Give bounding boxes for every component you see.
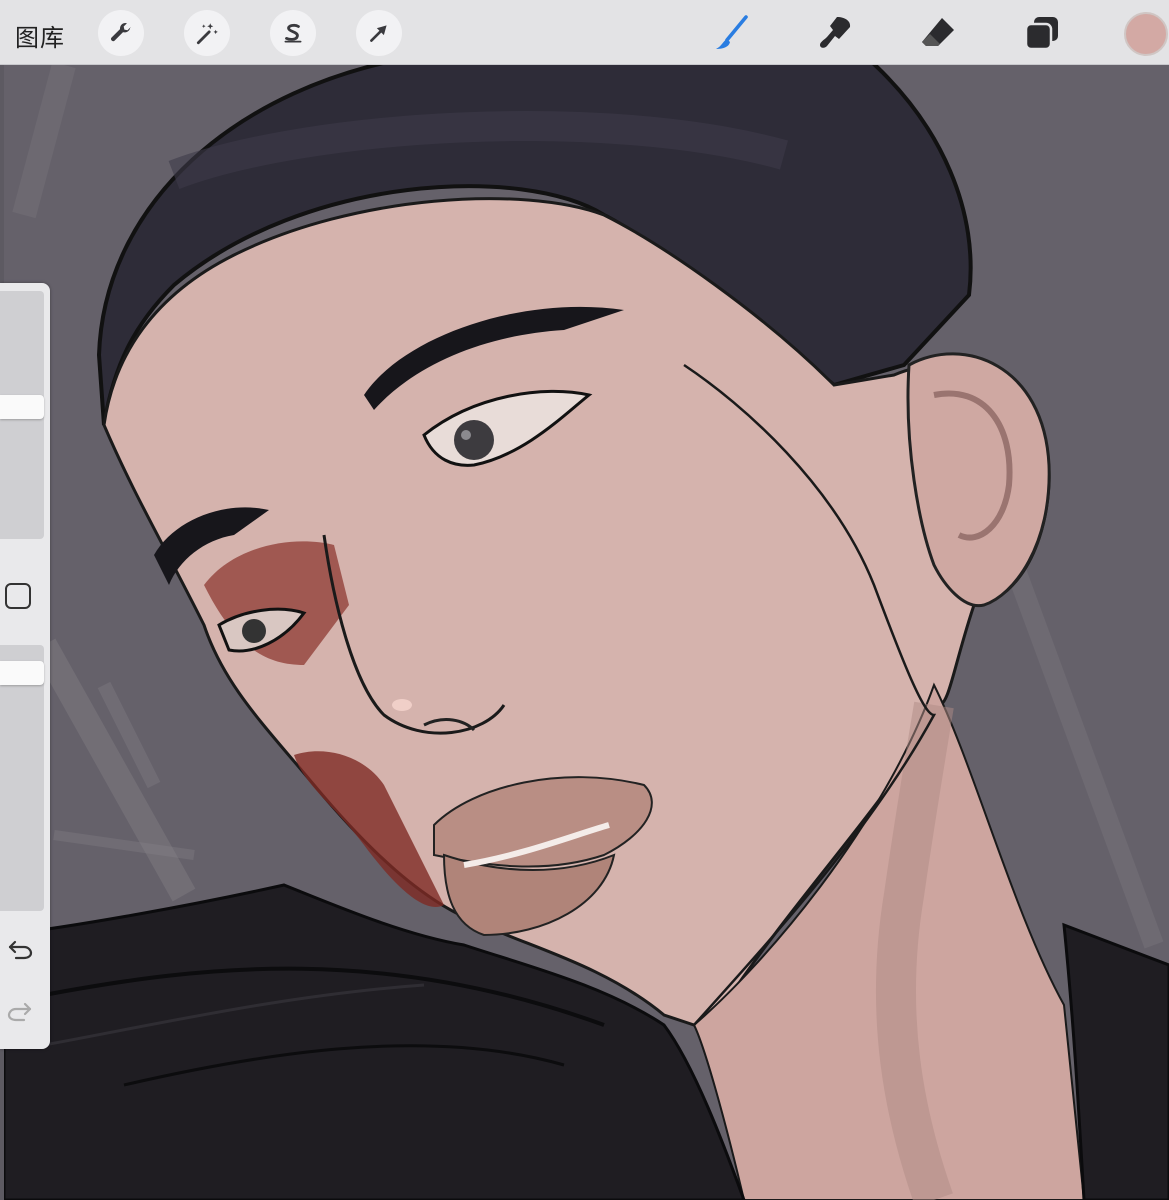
- arrow-cursor-icon: [370, 25, 387, 42]
- selection-s-icon: [284, 23, 302, 43]
- smudge-tool-button[interactable]: [814, 12, 856, 54]
- smudge-icon: [820, 17, 851, 48]
- modify-button[interactable]: [5, 583, 31, 609]
- undo-button[interactable]: [4, 935, 36, 963]
- opacity-slider[interactable]: [0, 645, 44, 911]
- brush-icon: [716, 15, 748, 49]
- magic-wand-icon: [196, 23, 218, 45]
- opacity-slider-thumb[interactable]: [0, 661, 44, 685]
- eraser-icon: [922, 18, 954, 46]
- side-bar: [0, 283, 50, 1049]
- redo-arrow-icon: [7, 1002, 32, 1022]
- selection-button[interactable]: [270, 10, 316, 56]
- gallery-button[interactable]: 图库: [15, 18, 65, 53]
- transform-button[interactable]: [356, 10, 402, 56]
- layers-button[interactable]: [1021, 12, 1063, 54]
- undo-arrow-icon: [8, 940, 33, 960]
- drawing-canvas[interactable]: [4, 65, 1169, 1200]
- brush-size-slider[interactable]: [0, 291, 44, 539]
- portrait-artwork: [4, 65, 1169, 1200]
- color-picker-button[interactable]: [1124, 12, 1168, 56]
- top-toolbar: 图库: [0, 0, 1169, 65]
- layers-icon: [1024, 17, 1058, 51]
- brush-tool-button[interactable]: [711, 12, 753, 54]
- redo-button[interactable]: [4, 997, 36, 1025]
- adjustments-button[interactable]: [184, 10, 230, 56]
- actions-button[interactable]: [98, 10, 144, 56]
- brush-size-slider-thumb[interactable]: [0, 395, 44, 419]
- wrench-icon: [111, 23, 131, 42]
- eraser-tool-button[interactable]: [917, 12, 959, 54]
